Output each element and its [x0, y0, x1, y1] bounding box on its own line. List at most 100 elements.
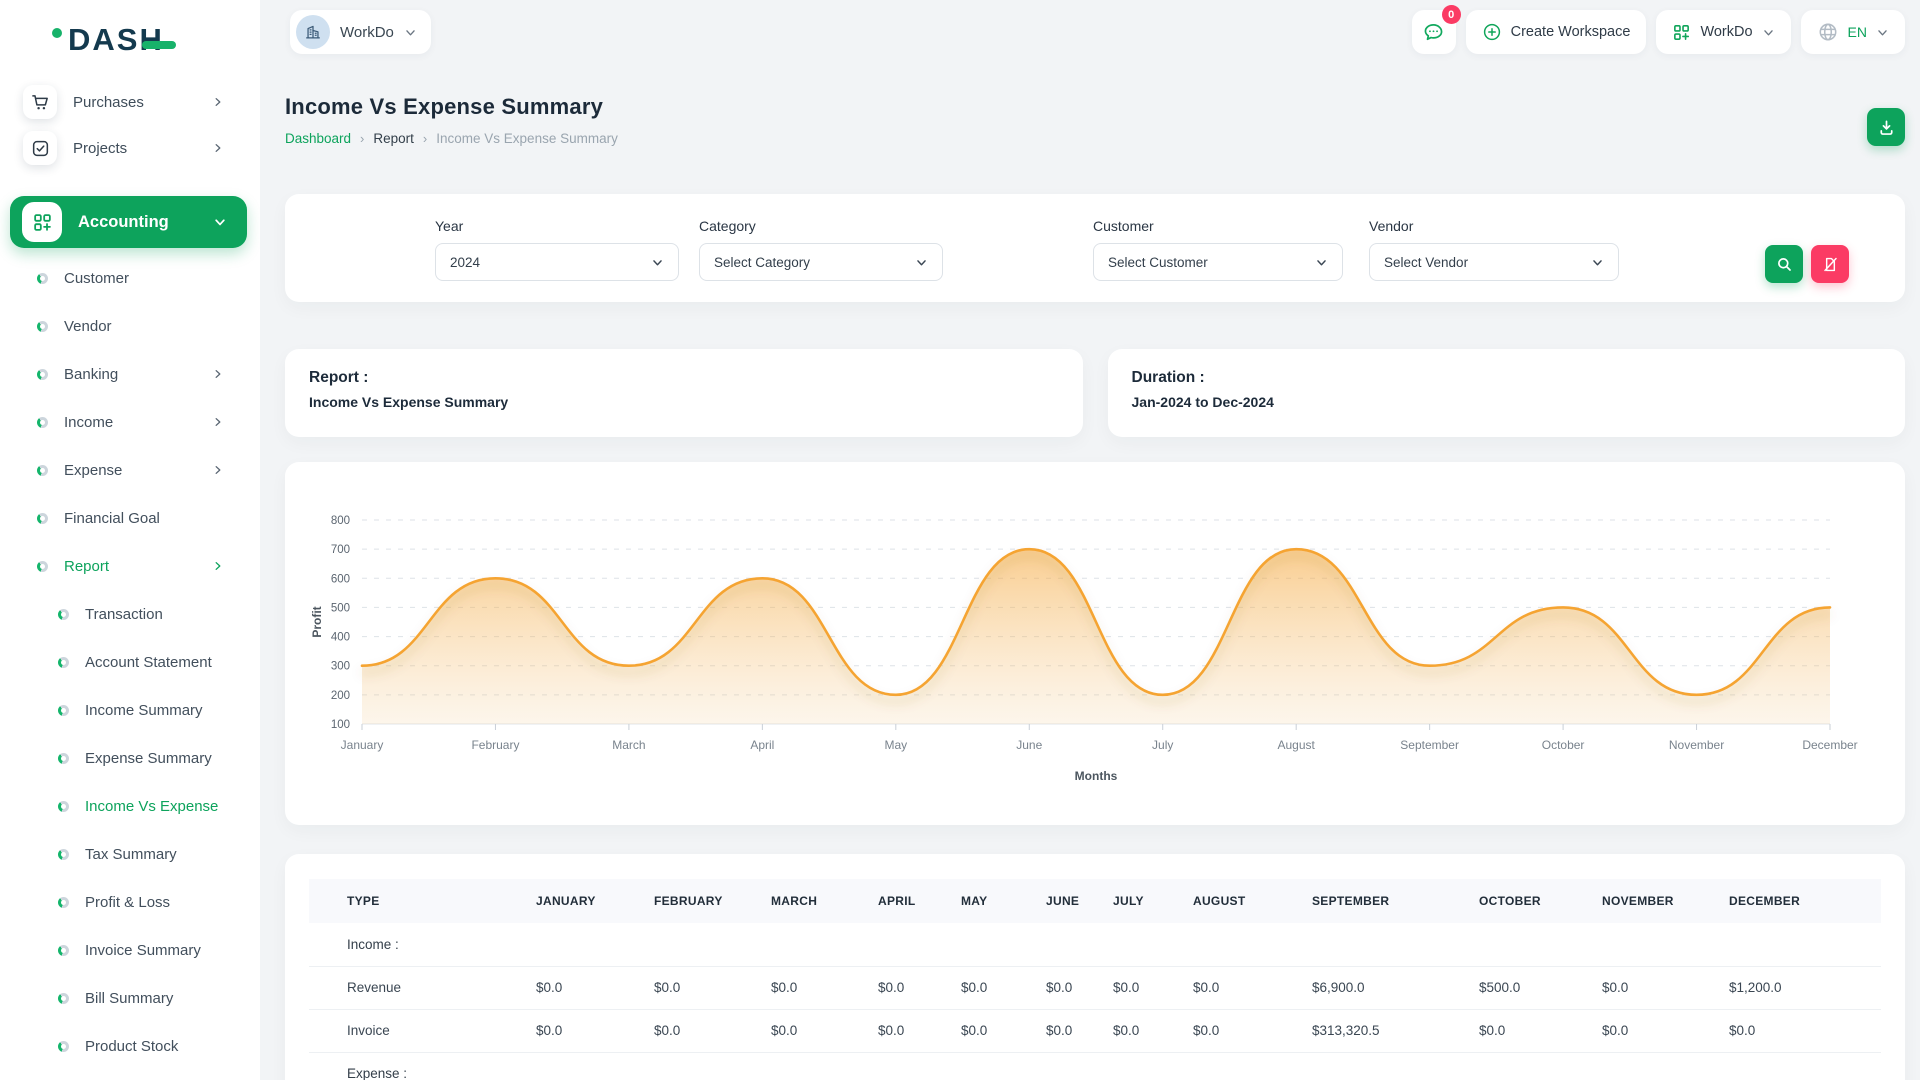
- sidebar-item-expense[interactable]: Expense: [0, 446, 260, 494]
- sidebar-item-bill-summary[interactable]: Bill Summary: [0, 974, 260, 1022]
- chevron-right-icon: [212, 96, 224, 108]
- checkbox-icon: [23, 131, 57, 165]
- table-header-march: MARCH: [769, 879, 876, 923]
- breadcrumb-dashboard[interactable]: Dashboard: [285, 131, 351, 146]
- table-cell: $0.0: [1600, 966, 1727, 1009]
- x-tick-label: December: [1802, 738, 1857, 752]
- table-header-may: MAY: [959, 879, 1044, 923]
- x-tick-label: January: [341, 738, 384, 752]
- customer-label: Customer: [1093, 218, 1343, 234]
- page-title: Income Vs Expense Summary: [285, 94, 618, 120]
- sidebar-item-label: Accounting: [78, 213, 213, 232]
- sidebar-item-income-summary[interactable]: Income Summary: [0, 686, 260, 734]
- chevron-right-icon: [212, 416, 224, 428]
- duration-value: Jan-2024 to Dec-2024: [1132, 394, 1882, 410]
- sidebar-item-banking[interactable]: Banking: [0, 350, 260, 398]
- table-row-label: Invoice: [309, 1009, 534, 1052]
- x-tick-label: October: [1542, 738, 1585, 752]
- workspace-name: WorkDo: [340, 24, 394, 41]
- sidebar-item-transaction[interactable]: Transaction: [0, 590, 260, 638]
- sidebar-item-expense-summary[interactable]: Expense Summary: [0, 734, 260, 782]
- customer-select-value: Select Customer: [1108, 255, 1208, 270]
- sidebar-subitem-label: Product Stock: [85, 1038, 224, 1055]
- sidebar-item-product-stock[interactable]: Product Stock: [0, 1022, 260, 1070]
- workspace-selector[interactable]: WorkDo: [290, 10, 431, 54]
- sidebar-subitem-label: Tax Summary: [85, 846, 224, 863]
- bullet-icon: [58, 849, 69, 860]
- logo-accent-dot: [52, 28, 62, 38]
- app-logo[interactable]: DASH: [0, 0, 260, 58]
- table-header-november: NOVEMBER: [1600, 879, 1727, 923]
- sidebar-item-customer[interactable]: Customer: [0, 254, 260, 302]
- download-button[interactable]: [1867, 108, 1905, 146]
- y-tick-label: 100: [331, 719, 350, 731]
- y-tick-label: 300: [331, 661, 350, 673]
- workdo-menu-button[interactable]: WorkDo: [1656, 10, 1790, 54]
- reset-filter-button[interactable]: [1811, 245, 1849, 283]
- category-select[interactable]: Select Category: [699, 243, 943, 281]
- vendor-select[interactable]: Select Vendor: [1369, 243, 1619, 281]
- workdo-button-label: WorkDo: [1700, 24, 1752, 40]
- chevron-down-icon: [1762, 26, 1775, 39]
- sidebar-item-account-statement[interactable]: Account Statement: [0, 638, 260, 686]
- table-cell: $0.0: [1111, 1009, 1191, 1052]
- logo-text: DASH: [68, 22, 164, 58]
- table-cell: $0.0: [876, 966, 959, 1009]
- sidebar-item-tax-summary[interactable]: Tax Summary: [0, 830, 260, 878]
- sidebar: DASH Purchases Projects Accounting Cu: [0, 0, 260, 1080]
- filter-actions: [1765, 218, 1849, 283]
- sidebar-subitem-label: Income Summary: [85, 702, 224, 719]
- breadcrumb: Dashboard › Report › Income Vs Expense S…: [285, 131, 618, 146]
- table-header-october: OCTOBER: [1477, 879, 1600, 923]
- sidebar-subitem-label: Vendor: [64, 318, 224, 335]
- vendor-field: Vendor Select Vendor: [1369, 218, 1619, 281]
- table-header-august: AUGUST: [1191, 879, 1310, 923]
- table-cell: $0.0: [769, 966, 876, 1009]
- apply-filter-button[interactable]: [1765, 245, 1803, 283]
- sidebar-item-income[interactable]: Income: [0, 398, 260, 446]
- cart-icon: [23, 85, 57, 119]
- bullet-icon: [37, 561, 48, 572]
- sidebar-subitem-label: Expense Summary: [85, 750, 224, 767]
- table-cell: $0.0: [959, 966, 1044, 1009]
- y-tick-label: 200: [331, 690, 350, 702]
- table-header-row: TYPEJANUARYFEBRUARYMARCHAPRILMAYJUNEJULY…: [309, 879, 1881, 923]
- sidebar-subitem-label: Income: [64, 414, 212, 431]
- table-cell: $0.0: [1044, 966, 1111, 1009]
- table-section-label: Income :: [309, 923, 1881, 966]
- table-cell: $313,320.5: [1310, 1009, 1477, 1052]
- table-cell: $0.0: [1044, 1009, 1111, 1052]
- year-select-value: 2024: [450, 255, 480, 270]
- grid-plus-icon: [1672, 23, 1691, 42]
- sidebar-item-vendor[interactable]: Vendor: [0, 302, 260, 350]
- table-header-type: TYPE: [309, 879, 534, 923]
- sidebar-item-profit-loss[interactable]: Profit & Loss: [0, 878, 260, 926]
- bullet-icon: [58, 1041, 69, 1052]
- page-header: Income Vs Expense Summary Dashboard › Re…: [285, 94, 1905, 146]
- report-value: Income Vs Expense Summary: [309, 394, 1059, 410]
- chevron-right-icon: [212, 560, 224, 572]
- sidebar-subitem-label: Transaction: [85, 606, 224, 623]
- table-cell: $0.0: [1191, 1009, 1310, 1052]
- x-tick-label: July: [1152, 738, 1173, 752]
- sidebar-item-projects[interactable]: Projects: [0, 126, 260, 170]
- language-label: EN: [1848, 24, 1867, 40]
- customer-field: Customer Select Customer: [1093, 218, 1343, 281]
- table-header-january: JANUARY: [534, 879, 652, 923]
- table-cell: $0.0: [1727, 1009, 1881, 1052]
- messages-button[interactable]: 0: [1412, 10, 1456, 54]
- sidebar-item-purchases[interactable]: Purchases: [0, 80, 260, 124]
- sidebar-item-accounting[interactable]: Accounting: [10, 196, 247, 248]
- sidebar-item-cash-flow[interactable]: Cash Flow: [0, 1070, 260, 1080]
- year-select[interactable]: 2024: [435, 243, 679, 281]
- sidebar-item-invoice-summary[interactable]: Invoice Summary: [0, 926, 260, 974]
- breadcrumb-report[interactable]: Report: [373, 131, 414, 146]
- create-workspace-button[interactable]: Create Workspace: [1466, 10, 1647, 54]
- bullet-icon: [58, 609, 69, 620]
- table-header-december: DECEMBER: [1727, 879, 1881, 923]
- customer-select[interactable]: Select Customer: [1093, 243, 1343, 281]
- language-selector[interactable]: EN: [1801, 10, 1905, 54]
- sidebar-item-report[interactable]: Report: [0, 542, 260, 590]
- sidebar-item-financial-goal[interactable]: Financial Goal: [0, 494, 260, 542]
- sidebar-item-income-vs-expense[interactable]: Income Vs Expense: [0, 782, 260, 830]
